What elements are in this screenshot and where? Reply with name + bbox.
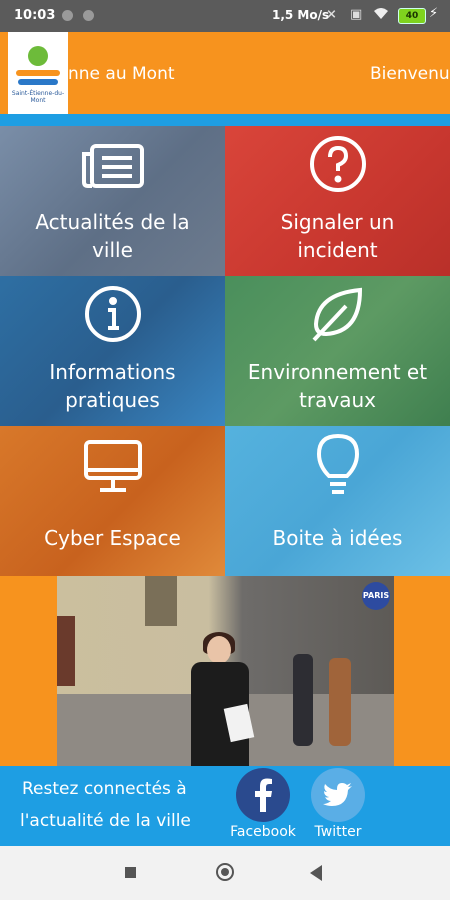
notification-dot-icon <box>83 10 94 21</box>
footer-text: Restez connectés à <box>22 779 187 799</box>
logo-wave-icon <box>18 79 58 85</box>
battery-icon: 40 <box>398 8 426 24</box>
info-icon <box>83 284 143 348</box>
tile-label: Signaler un incident <box>280 210 395 262</box>
home-icon[interactable] <box>216 863 234 881</box>
facebook-button[interactable]: Facebook <box>223 766 303 840</box>
header-divider <box>0 114 450 126</box>
building-window <box>145 576 177 626</box>
social-footer: Restez connectés à l'actualité de la vil… <box>0 766 450 846</box>
tile-idea-box[interactable]: Boite à idées <box>225 426 450 576</box>
building-door <box>57 616 75 686</box>
reporter-figure <box>185 632 255 766</box>
tile-environment-works[interactable]: Environnement et travaux <box>225 276 450 426</box>
system-nav-bar <box>0 846 450 900</box>
status-bar: 10:03 1,5 Mo/s ⨯ ▣ 40 ⚡ <box>0 0 450 32</box>
monitor-icon <box>82 438 144 498</box>
channel-badge: PARIS <box>362 582 390 610</box>
leaf-icon <box>308 284 368 348</box>
mute-icon: ⨯ <box>326 7 337 22</box>
twitter-button[interactable]: Twitter <box>298 766 378 840</box>
tile-report-incident[interactable]: Signaler un incident <box>225 126 450 276</box>
wifi-icon <box>373 7 389 25</box>
twitter-icon <box>311 768 365 822</box>
city-logo[interactable]: Saint-Étienne-du-Mont <box>8 32 68 114</box>
scrolling-banner-text: nne au Mont <box>68 64 175 84</box>
newspaper-icon <box>80 142 146 196</box>
background-person <box>329 658 351 746</box>
status-time: 10:03 <box>14 8 56 23</box>
sim-icon: ▣ <box>350 7 363 22</box>
video-player[interactable]: PARIS <box>57 576 394 766</box>
tile-label: Cyber Espace <box>44 526 181 550</box>
background-person <box>293 654 313 746</box>
tile-label: Informations pratiques <box>49 360 176 412</box>
tile-label: Environnement et travaux <box>247 360 428 412</box>
scrolling-banner-text: Bienvenu <box>370 64 450 84</box>
footer-text: l'actualité de la ville <box>20 811 191 831</box>
recent-apps-icon[interactable] <box>125 867 136 878</box>
tile-practical-info[interactable]: Informations pratiques <box>0 276 225 426</box>
logo-text: Saint-Étienne-du-Mont <box>11 90 65 104</box>
notification-dot-icon <box>62 10 73 21</box>
tile-label: Boite à idées <box>272 526 403 550</box>
network-speed: 1,5 Mo/s <box>272 8 330 22</box>
lightbulb-icon <box>315 432 361 502</box>
tile-cyber-space[interactable]: Cyber Espace <box>0 426 225 576</box>
twitter-label: Twitter <box>314 824 362 840</box>
facebook-label: Facebook <box>230 824 296 840</box>
back-icon[interactable] <box>310 865 322 881</box>
logo-sun-icon <box>28 46 48 66</box>
facebook-icon <box>236 768 290 822</box>
logo-wave-icon <box>16 70 60 76</box>
charging-icon: ⚡ <box>429 6 439 21</box>
question-icon <box>308 134 368 198</box>
tile-label: Actualités de la ville <box>35 210 190 262</box>
video-section: PARIS <box>0 576 450 766</box>
app-header: Saint-Étienne-du-Mont nne au Mont Bienve… <box>0 32 450 114</box>
tile-city-news[interactable]: Actualités de la ville <box>0 126 225 276</box>
